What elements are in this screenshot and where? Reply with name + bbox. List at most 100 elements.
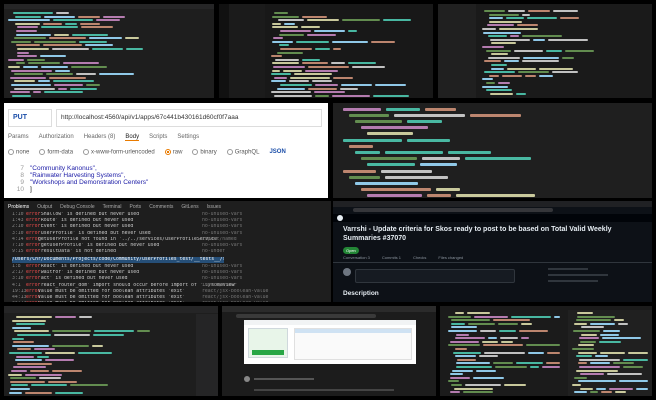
minimap[interactable] xyxy=(196,314,218,396)
code-token xyxy=(16,44,40,47)
radio-label: binary xyxy=(200,149,217,156)
request-url-input[interactable]: http://localhost:4560/api/v1/apps/67c441… xyxy=(56,109,322,127)
tab-issues[interactable]: Issues xyxy=(207,204,221,210)
code-token xyxy=(599,340,621,343)
code-token xyxy=(43,15,76,18)
code-token xyxy=(579,366,620,368)
code-token xyxy=(504,60,519,63)
code-token xyxy=(277,51,304,54)
tab-commits[interactable]: Commits 1 xyxy=(382,255,401,260)
code-token xyxy=(522,35,563,38)
problem-message: getUserProfile not found in '../../servi… xyxy=(38,236,220,242)
code-token xyxy=(78,40,107,43)
tab-files-changed[interactable]: Files changed xyxy=(438,255,463,260)
code-token xyxy=(30,384,68,387)
code-token xyxy=(491,67,504,70)
code-token xyxy=(384,175,448,179)
code-line xyxy=(337,106,649,111)
tab-settings[interactable]: Settings xyxy=(177,134,199,141)
tab-output[interactable]: Output xyxy=(37,204,52,210)
radio-binary[interactable]: binary xyxy=(192,149,217,156)
code-token xyxy=(518,71,550,74)
address-bar[interactable] xyxy=(236,314,376,318)
app-table xyxy=(294,328,412,360)
problem-severity: error xyxy=(26,218,41,224)
code-token xyxy=(484,60,502,63)
tab-scripts[interactable]: Scripts xyxy=(149,134,167,141)
tab-body[interactable]: Body xyxy=(125,134,140,141)
http-method-select[interactable]: PUT xyxy=(8,109,52,127)
code-token xyxy=(17,348,31,351)
status-badge: Open xyxy=(343,247,359,254)
code-token xyxy=(581,326,605,329)
tab-checks[interactable]: Checks xyxy=(413,255,426,260)
code-token xyxy=(25,391,53,394)
problem-row[interactable]: 9:15 error'resultData' is not defined no-u… xyxy=(12,249,331,256)
editor-tab-bar xyxy=(4,306,218,313)
code-token xyxy=(451,319,490,322)
code-token xyxy=(331,94,370,97)
tab-problems[interactable]: Problems xyxy=(8,204,29,210)
tab-headers[interactable]: Headers (8) xyxy=(84,134,116,141)
tab-params[interactable]: Params xyxy=(8,134,29,141)
tab-ports[interactable]: Ports xyxy=(130,204,142,210)
radio-none[interactable]: none xyxy=(8,149,29,156)
explorer-panel xyxy=(229,4,265,98)
code-token xyxy=(10,76,46,79)
radio-graphql[interactable]: GraphQL xyxy=(226,149,259,156)
code-line xyxy=(337,149,649,154)
code-token xyxy=(574,376,588,379)
tab-terminal[interactable]: Terminal xyxy=(103,204,122,210)
code-token xyxy=(17,51,30,54)
code-token xyxy=(361,126,428,130)
code-token xyxy=(44,91,84,94)
code-token xyxy=(448,150,491,154)
tab-comments[interactable]: Comments xyxy=(149,204,173,210)
problem-row[interactable]: 44:13errorValue must be omitted for bool… xyxy=(12,301,331,302)
code-token xyxy=(501,340,513,343)
code-token xyxy=(355,119,402,123)
problem-message: 'Route' is defined but never used xyxy=(38,218,134,224)
code-token xyxy=(11,84,51,86)
address-bar[interactable] xyxy=(353,208,553,212)
code-token xyxy=(39,55,67,58)
code-token xyxy=(527,351,544,354)
code-token xyxy=(9,352,42,354)
code-token xyxy=(27,62,60,65)
github-logo-icon[interactable] xyxy=(337,215,343,221)
request-body-editor[interactable]: 7 "Community Kanonus", 8 "Rainwater Harves… xyxy=(8,165,328,198)
code-token xyxy=(572,384,581,386)
code-lines xyxy=(444,310,564,396)
tab-gitlens[interactable]: GitLens xyxy=(181,204,198,210)
problem-location: 3:10 xyxy=(12,230,24,236)
file-path[interactable]: /Users/Chr/Documents/Projects/code/Commu… xyxy=(12,257,224,263)
code-token xyxy=(539,67,573,70)
code-token xyxy=(608,387,634,390)
code-token xyxy=(489,74,499,77)
code-token xyxy=(44,352,76,354)
code-token xyxy=(92,334,124,336)
code-token xyxy=(10,377,37,380)
radio-raw[interactable]: raw xyxy=(164,149,182,156)
radio-form-data[interactable]: form-data xyxy=(39,149,73,156)
tab-debug-console[interactable]: Debug Console xyxy=(60,204,94,210)
code-token xyxy=(565,49,594,52)
code-token xyxy=(38,80,51,83)
code-token xyxy=(278,19,304,22)
code-token xyxy=(42,44,82,47)
code-token xyxy=(448,380,460,383)
radio-urlencoded[interactable]: x-www-form-urlencoded xyxy=(83,149,155,156)
sidebar-line xyxy=(548,280,598,282)
code-token xyxy=(450,340,479,343)
tab-conversation[interactable]: Conversation 3 xyxy=(343,255,370,260)
code-token xyxy=(579,358,620,361)
code-token xyxy=(274,12,288,14)
primary-button[interactable] xyxy=(252,350,284,355)
code-token xyxy=(12,344,50,347)
avatar[interactable] xyxy=(244,376,250,382)
code-token xyxy=(482,78,494,81)
tab-authorization[interactable]: Authorization xyxy=(39,134,74,141)
format-select[interactable]: JSON xyxy=(269,149,285,155)
avatar[interactable] xyxy=(343,268,351,276)
browser-tabbar xyxy=(333,201,652,207)
